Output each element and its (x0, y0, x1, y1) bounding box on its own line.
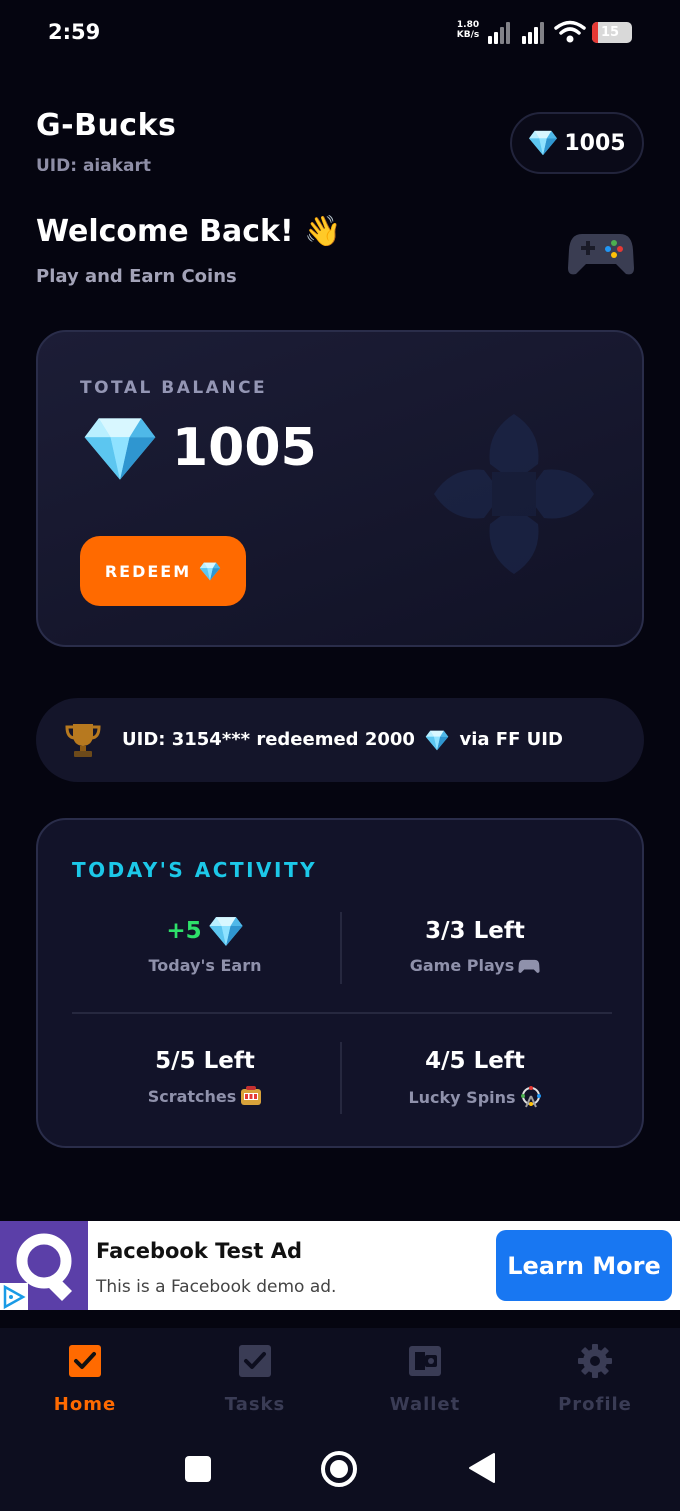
ad-title: Facebook Test Ad (96, 1239, 303, 1263)
signal-icon-2 (522, 20, 548, 44)
home-check-icon (69, 1345, 101, 1377)
nav-wallet[interactable]: Wallet (340, 1344, 510, 1415)
game-plays-value: 3/3 Left (425, 918, 525, 944)
redeem-button[interactable]: REDEEM (80, 536, 246, 606)
nav-profile-label: Profile (558, 1394, 632, 1415)
status-bar: 2:59 1.80 KB/s 15 (0, 0, 680, 68)
recents-button[interactable] (185, 1456, 211, 1482)
app-title: G-Bucks (36, 108, 177, 143)
signal-icon (488, 20, 514, 44)
nav-profile[interactable]: Profile (510, 1344, 680, 1415)
ad-banner[interactable]: Facebook Test Ad This is a Facebook demo… (0, 1221, 680, 1310)
tasks-check-icon (239, 1345, 271, 1377)
game-plays-stat: 3/3 Left Game Plays (340, 914, 610, 975)
diamond-icon (208, 916, 244, 947)
diamond-icon (82, 416, 158, 482)
total-balance-value: 1005 (172, 418, 317, 478)
todays-earn-stat: +5 Today's Earn (70, 914, 340, 975)
todays-earn-value: +5 (166, 918, 202, 944)
wifi-icon (554, 20, 586, 43)
gear-icon (578, 1344, 612, 1378)
slot-machine-icon (241, 1086, 262, 1105)
nav-wallet-label: Wallet (389, 1394, 461, 1415)
ad-learn-more-button[interactable]: Learn More (496, 1230, 672, 1301)
scratches-label: Scratches (147, 1086, 237, 1106)
lucky-spins-label: Lucky Spins (408, 1087, 516, 1107)
todays-earn-label: Today's Earn (148, 956, 262, 975)
user-uid: UID: aiakart (36, 156, 152, 176)
divider (340, 912, 342, 984)
wallet-icon (409, 1346, 441, 1376)
diamond-icon (425, 730, 449, 751)
nav-home-label: Home (53, 1394, 117, 1415)
game-plays-label: Game Plays (409, 956, 515, 975)
activity-title: TODAY'S ACTIVITY (72, 858, 318, 882)
back-button[interactable] (468, 1452, 496, 1484)
divider (72, 1012, 612, 1014)
balance-pill[interactable]: 1005 (510, 112, 644, 174)
battery-indicator: 15 (592, 22, 632, 43)
battery-percent: 15 (600, 25, 620, 40)
todays-activity-card: TODAY'S ACTIVITY +5 Today's Earn 3/3 Lef… (36, 818, 644, 1148)
gamepad-icon (568, 234, 634, 275)
lucky-spins-stat: 4/5 Left Lucky Spins (340, 1044, 610, 1108)
decorative-dpad-icon (434, 414, 594, 574)
scratches-value: 5/5 Left (155, 1048, 255, 1074)
trophy-icon (65, 724, 101, 757)
redeem-ticker: UID: 3154*** redeemed 2000 via FF UID (36, 698, 644, 782)
scratches-stat: 5/5 Left Scratches (70, 1044, 340, 1106)
nav-home[interactable]: Home (0, 1344, 170, 1415)
nav-tasks[interactable]: Tasks (170, 1344, 340, 1415)
redeem-button-label: REDEEM (104, 561, 192, 581)
total-balance-label: TOTAL BALANCE (80, 378, 268, 398)
lucky-spins-value: 4/5 Left (425, 1048, 525, 1074)
ticker-message: UID: 3154*** redeemed 2000 via FF UID (122, 729, 563, 751)
balance-pill-value: 1005 (564, 130, 626, 156)
welcome-subtitle: Play and Earn Coins (36, 266, 237, 287)
diamond-icon (199, 562, 221, 581)
status-time: 2:59 (48, 20, 101, 44)
nav-tasks-label: Tasks (224, 1394, 286, 1415)
diamond-icon (528, 130, 558, 156)
balance-card: TOTAL BALANCE 1005 REDEEM (36, 330, 644, 647)
system-nav-bar (0, 1440, 680, 1500)
home-button[interactable] (320, 1450, 358, 1488)
gamepad-icon (518, 959, 540, 973)
ferris-wheel-icon (520, 1086, 541, 1108)
ad-body: This is a Facebook demo ad. (96, 1277, 337, 1297)
welcome-title: Welcome Back! 👋 (36, 214, 342, 249)
network-speed: 1.80 KB/s (456, 20, 480, 40)
adchoices-icon[interactable] (0, 1283, 28, 1310)
